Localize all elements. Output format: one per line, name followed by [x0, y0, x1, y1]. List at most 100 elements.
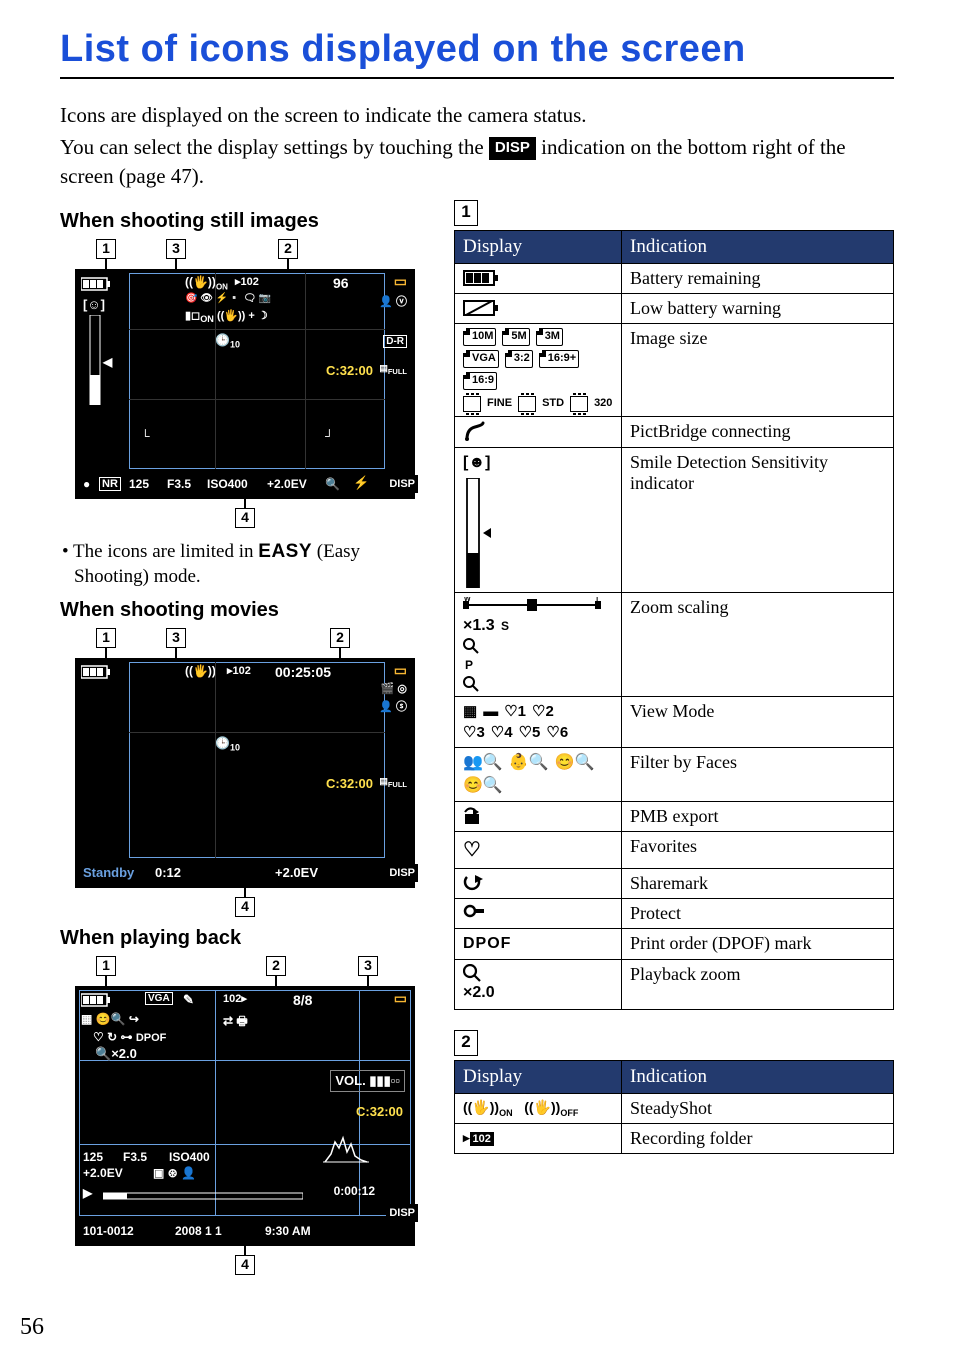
battery-desc: Battery remaining	[622, 264, 894, 294]
dpof-icon: DPOF	[455, 928, 622, 959]
progress-bar	[103, 1188, 303, 1206]
file-time: 9:30 AM	[265, 1224, 311, 1238]
pbzoom-desc: Playback zoom	[622, 960, 894, 1009]
connecting-icons: ⇄ 🖶	[223, 1012, 248, 1033]
smile-bar-icon	[87, 315, 103, 405]
image-size-icons: 10M 5M 3M VGA 3:2 16:9+ 16:9	[455, 324, 622, 417]
lcd-movie: ((🖐)) ▸102 00:25:05 ▭ 🎬 ◎ 👤 ⓢ 🕒10 C:32:0…	[75, 658, 415, 888]
protect-icon	[455, 898, 622, 928]
pictbridge-icon: ✎	[183, 992, 194, 1008]
play-icon: ▶	[83, 1186, 92, 1200]
ael-dot-icon: ●	[83, 477, 90, 491]
file-number: 101-0012	[83, 1224, 134, 1238]
zoom-desc: Zoom scaling	[622, 593, 894, 697]
callout-4-icon: 4	[235, 1255, 255, 1275]
disp-button-still[interactable]: DISP	[386, 475, 418, 493]
battery-icon	[81, 276, 115, 292]
intro-line-1: Icons are displayed on the screen to ind…	[60, 101, 894, 129]
histogram-icon	[323, 1134, 369, 1169]
heading-playback: When playing back	[60, 927, 430, 950]
callouts-movie-bottom: 4	[60, 887, 430, 917]
callout-3-icon: 3	[358, 956, 378, 976]
section-2-icon: 2	[454, 1030, 478, 1056]
callout-2-icon: 2	[330, 628, 350, 648]
pb-shutter: 125	[83, 1150, 103, 1164]
callouts-playback-bottom: 4	[60, 1245, 430, 1275]
filter-faces-desc: Filter by Faces	[622, 748, 894, 802]
img-counter: 8/8	[293, 992, 312, 1008]
callout-4-icon: 4	[235, 508, 255, 528]
standby-label: Standby	[83, 865, 134, 880]
table-row: ♡ Favorites	[455, 831, 894, 868]
shutter-speed: 125	[129, 477, 149, 491]
self-timer-icon: 🕒10	[215, 333, 240, 349]
heading-movie: When shooting movies	[60, 599, 430, 622]
callout-1-icon: 1	[96, 956, 116, 976]
review-icon: 🔍	[325, 477, 340, 491]
dpof-desc: Print order (DPOF) mark	[622, 928, 894, 959]
favorites-icon: ♡	[455, 831, 622, 868]
callouts-playback-top: 1 2 3	[60, 956, 430, 986]
view-mode-icons: ▦ 😊🔍 ↪	[81, 1012, 139, 1026]
image-size-desc: Image size	[622, 324, 894, 417]
protect-desc: Protect	[622, 898, 894, 928]
easy-mode-note: • The icons are limited in EASY (Easy Sh…	[62, 540, 430, 589]
callout-1-icon: 1	[96, 239, 116, 259]
table-row: Sharemark	[455, 868, 894, 898]
flash-bolt-icon: ⚡	[353, 475, 369, 491]
recording-folder-icon: ▸102	[455, 1124, 622, 1154]
self-timer-icon: 🕒10	[215, 736, 240, 752]
table-row: ▸102 Recording folder	[455, 1124, 894, 1154]
rec-time: 00:25:05	[275, 664, 331, 680]
note-prefix: • The icons are limited in	[62, 541, 258, 562]
icon-table-1: Display Indication Battery remaining Low…	[454, 230, 894, 1010]
pb-fnum: F3.5	[123, 1150, 147, 1164]
th-indication: Indication	[622, 1060, 894, 1093]
folder-icon: ▸102	[227, 664, 251, 677]
play-time: 0:00:12	[334, 1184, 375, 1198]
zoom-scaling-icon: WT ×1.3 S P	[455, 593, 622, 697]
playback-marks: ♡ ↻ ⊶ DPOF	[93, 1030, 166, 1044]
smile-desc: Smile Detection Sensitivity indicator	[622, 448, 894, 593]
table-row: PictBridge connecting	[455, 417, 894, 448]
steadyshot-icon: ((🖐))	[185, 664, 216, 678]
folder-icon: ▸102	[235, 275, 259, 288]
battery-icon	[81, 992, 115, 1008]
face-icon: 👤 ⓢ	[379, 698, 407, 714]
memory-full-icon: ▤FULL	[379, 363, 407, 376]
table-row: PMB export	[455, 801, 894, 831]
volume-indicator: VOL. ▮▮▮▫▫	[330, 1070, 405, 1092]
view-mode-icons: ▦▬ ♡1 ♡2 ♡3 ♡4 ♡5 ♡6	[455, 697, 622, 748]
intro-2a: You can select the display settings by t…	[60, 135, 489, 159]
shots-remaining: 96	[333, 275, 349, 291]
disp-chip-icon: DISP	[489, 137, 536, 159]
table-row: Protect	[455, 898, 894, 928]
pb-ev: +2.0EV	[83, 1166, 123, 1180]
steadyshot-on-icon: ((🖐))ON	[185, 275, 228, 291]
recfolder-desc: Recording folder	[622, 1124, 894, 1154]
disp-button-movie[interactable]: DISP	[386, 864, 418, 882]
af-row-icons: ▮◻ON ((🖐)) + ☽	[185, 309, 268, 324]
battery-icon	[81, 664, 115, 680]
nr-badge: NR	[99, 477, 121, 491]
filter-faces-icons: 👥🔍👶🔍😊🔍 😊🔍	[455, 748, 622, 802]
th-display: Display	[455, 1060, 622, 1093]
pb-meter-icons: ▣ ⊛ 👤	[153, 1166, 196, 1180]
f-number: F3.5	[167, 477, 191, 491]
elapsed-time: 0:12	[155, 865, 181, 880]
callout-3-icon: 3	[166, 628, 186, 648]
diag-code: C:32:00	[326, 776, 373, 791]
memory-full-icon: ▤FULL	[379, 776, 407, 789]
table-row: WT ×1.3 S P Zoom scaling	[455, 593, 894, 697]
disp-button-playback[interactable]: DISP	[386, 1204, 418, 1222]
page-number: 56	[20, 1314, 44, 1341]
smile-frame-icon: [☺]	[83, 297, 105, 312]
diag-code: C:32:00	[356, 1104, 403, 1119]
media-icon: ▭	[394, 273, 407, 290]
focus-br-l: └	[141, 429, 150, 443]
intro-line-2: You can select the display settings by t…	[60, 133, 894, 190]
table-row: Low battery warning	[455, 294, 894, 324]
media-icon: ▭	[394, 990, 407, 1007]
callout-1-icon: 1	[96, 628, 116, 648]
file-date: 2008 1 1	[175, 1224, 222, 1238]
